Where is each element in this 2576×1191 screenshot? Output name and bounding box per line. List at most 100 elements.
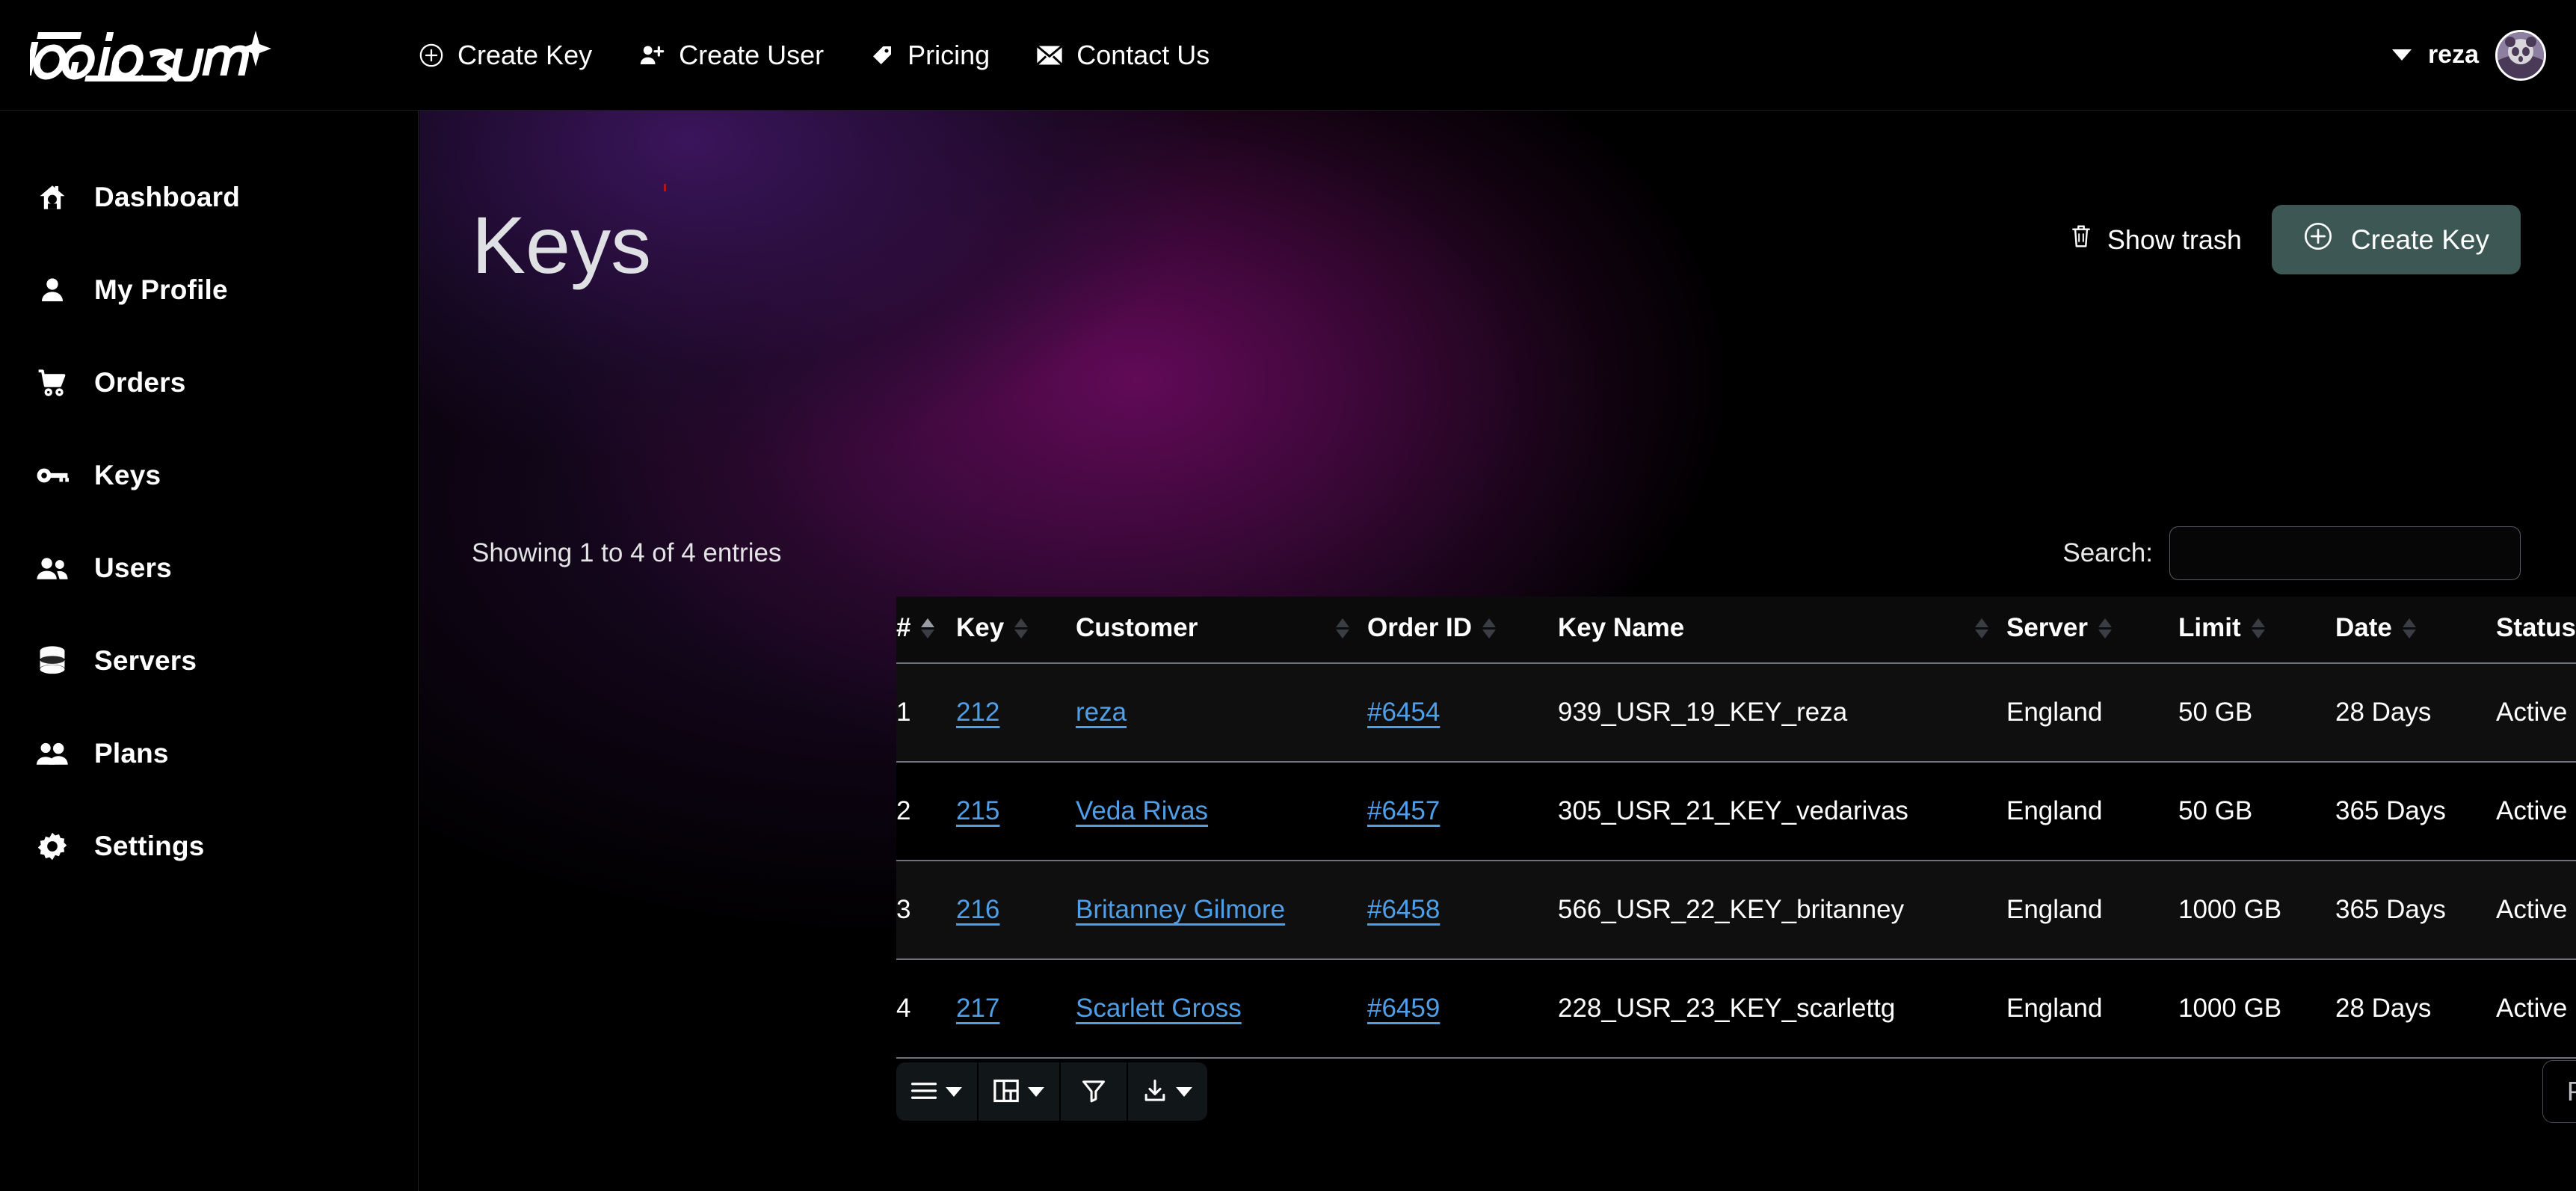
column-header-limit[interactable]: Limit [2178,597,2335,664]
column-header-server-label: Server [2006,613,2088,642]
keys-table-header-row: # Key Customer Order ID Key Name Server … [896,597,2576,664]
column-header-key[interactable]: Key [956,597,1076,664]
sort-indicator-icon [1014,618,1029,638]
user-menu[interactable]: reza [2391,29,2546,81]
search-input[interactable] [2169,526,2521,580]
column-header-key-name[interactable]: Key Name [1558,597,2006,664]
row-number: 4 [896,959,956,1059]
pagination: Previous 1 Next [2542,1060,2576,1123]
column-header-date[interactable]: Date [2335,597,2496,664]
row-server: England [2006,959,2178,1059]
column-header-status-label: Status [2496,613,2576,642]
pagination-previous[interactable]: Previous [2542,1061,2576,1122]
row-limit: 50 GB [2178,663,2335,763]
customer-link[interactable]: Scarlett Gross [1076,994,1242,1023]
keys-table-head: # Key Customer Order ID Key Name Server … [896,597,2576,664]
column-header-order-id[interactable]: Order ID [1367,597,1558,664]
export-button[interactable] [1128,1062,1207,1121]
table-row: 4 217 Scarlett Gross #6459 228_USR_23_KE… [896,959,2576,1059]
brand-logo[interactable] [30,29,277,81]
table-footer-bar: Previous 1 Next [896,1060,2576,1123]
avatar[interactable] [2495,29,2546,81]
sort-indicator-icon [2251,618,2265,638]
page-length-button[interactable] [896,1062,977,1121]
user-plus-icon [638,43,665,67]
gear-icon [33,831,72,862]
sidebar-item-orders[interactable]: Orders [0,336,418,429]
sidebar-item-settings[interactable]: Settings [0,800,418,893]
row-customer-cell: Scarlett Gross [1076,959,1367,1059]
order-id-link[interactable]: #6454 [1367,698,1440,727]
key-icon [33,464,72,487]
table-row: 3 216 Britanney Gilmore #6458 566_USR_22… [896,861,2576,960]
order-id-link[interactable]: #6458 [1367,895,1440,924]
row-limit: 1000 GB [2178,861,2335,960]
table-meta-row: Showing 1 to 4 of 4 entries Search: [472,526,2521,580]
sort-indicator-icon [2098,618,2112,638]
nav-contact-us[interactable]: Contact Us [1036,40,1210,71]
chevron-down-icon [946,1086,962,1097]
key-link[interactable]: 217 [956,994,999,1023]
sidebar-item-users[interactable]: Users [0,522,418,615]
row-server: England [2006,762,2178,861]
row-key-name: 939_USR_19_KEY_reza [1558,663,2006,763]
sidebar-navigation: Dashboard My Profile Orders Keys Users S… [0,111,419,1191]
show-trash-button[interactable]: Show trash [2065,216,2246,263]
nav-create-user[interactable]: Create User [638,40,824,71]
column-header-limit-label: Limit [2178,613,2241,642]
customer-link[interactable]: Britanney Gilmore [1076,895,1285,924]
sort-indicator-icon [2402,618,2416,638]
key-link[interactable]: 215 [956,796,999,825]
column-visibility-button[interactable] [979,1062,1059,1121]
top-navigation-bar: Create Key Create User Pricing Contact U… [0,0,2576,111]
column-header-status[interactable]: Status [2496,597,2576,664]
sidebar-item-orders-label: Orders [94,367,186,398]
database-icon [33,645,72,677]
trash-icon [2070,224,2092,256]
sidebar-item-servers[interactable]: Servers [0,615,418,707]
download-icon [1143,1079,1167,1105]
row-order-id-cell: #6459 [1367,959,1558,1059]
column-header-customer[interactable]: Customer [1076,597,1367,664]
row-customer-cell: Veda Rivas [1076,762,1367,861]
showing-entries-text: Showing 1 to 4 of 4 entries [472,538,782,567]
column-header-number[interactable]: # [896,597,956,664]
filter-button[interactable] [1061,1062,1127,1121]
nav-create-key[interactable]: Create Key [419,40,592,71]
keys-table-container: # Key Customer Order ID Key Name Server … [896,597,2576,1059]
column-header-key-name-label: Key Name [1558,613,1685,642]
row-date: 365 Days [2335,762,2496,861]
row-number: 1 [896,663,956,763]
nav-create-key-label: Create Key [457,39,593,70]
column-header-customer-label: Customer [1076,613,1198,642]
create-key-button[interactable]: Create Key [2271,205,2521,274]
customer-link[interactable]: Veda Rivas [1076,796,1208,825]
user-name-label: reza [2427,40,2479,69]
row-key-cell: 215 [956,762,1076,861]
row-key-name: 305_USR_21_KEY_vedarivas [1558,762,2006,861]
customer-link[interactable]: reza [1076,698,1127,727]
tag-icon [870,43,894,67]
order-id-link[interactable]: #6459 [1367,994,1440,1023]
sidebar-item-servers-label: Servers [94,645,197,676]
row-order-id-cell: #6454 [1367,663,1558,763]
sidebar-item-keys[interactable]: Keys [0,429,418,522]
sidebar-item-dashboard[interactable]: Dashboard [0,151,418,244]
key-link[interactable]: 216 [956,895,999,924]
plus-circle-icon [2303,221,2333,258]
key-link[interactable]: 212 [956,698,999,727]
page-title: Keys [472,200,652,290]
sidebar-item-my-profile[interactable]: My Profile [0,244,418,336]
sidebar-item-plans[interactable]: Plans [0,707,418,800]
people-icon [33,740,72,767]
table-tools-group [896,1062,1207,1121]
row-limit: 1000 GB [2178,959,2335,1059]
row-order-id-cell: #6458 [1367,861,1558,960]
order-id-link[interactable]: #6457 [1367,796,1440,825]
sidebar-item-settings-label: Settings [94,831,205,861]
row-limit: 50 GB [2178,762,2335,861]
nav-pricing[interactable]: Pricing [870,40,990,71]
column-header-server[interactable]: Server [2006,597,2178,664]
row-number: 2 [896,762,956,861]
row-status: Active [2496,663,2576,763]
